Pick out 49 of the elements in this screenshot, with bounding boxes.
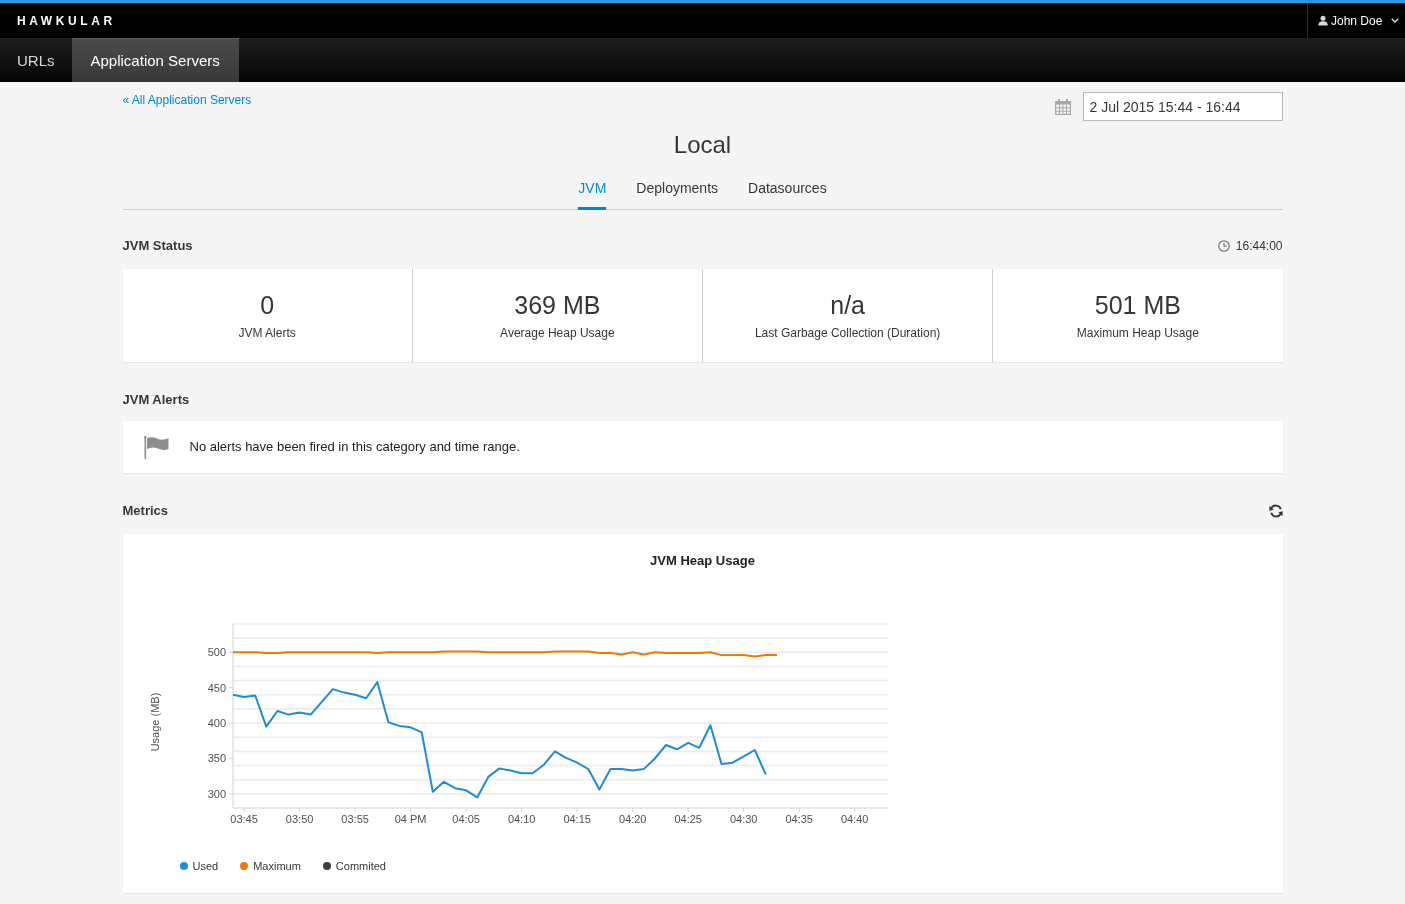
axis-tick-label: 04:25 — [673, 813, 702, 825]
axis-tick-label: 04:40 — [840, 813, 868, 825]
refresh-icon[interactable] — [1268, 504, 1283, 518]
legend-label[interactable]: Used — [192, 857, 219, 875]
status-value: 0 — [260, 290, 275, 320]
clock-icon — [1217, 240, 1230, 252]
back-link[interactable]: « All Application Servers — [122, 92, 252, 108]
axis-tick-label: 04:20 — [618, 813, 646, 825]
date-range-field[interactable]: 2 Jul 2015 15:44 - 16:44 — [1082, 92, 1283, 121]
legend-label[interactable]: Commited — [335, 857, 386, 875]
tab[interactable]: JVM — [578, 172, 607, 210]
status-label: Maximum Heap Usage — [1076, 325, 1199, 341]
status-label: Last Garbage Collection (Duration) — [754, 325, 941, 341]
axis-tick-label: 04:35 — [784, 813, 813, 825]
alert-message: No alerts have been fired in this category and time range. — [189, 439, 520, 455]
status-value: n/a — [830, 290, 865, 320]
section-heading: Metrics — [122, 503, 169, 519]
page-title: Local — [672, 130, 733, 160]
caret-icon — [1391, 18, 1400, 23]
axis-tick-label: 500 — [207, 646, 226, 659]
chart-title: JVM Heap Usage — [649, 553, 756, 569]
axis-tick-label: 450 — [207, 681, 226, 694]
status-value: 501 MB — [1094, 290, 1181, 320]
section-heading: JVM Alerts — [122, 392, 190, 408]
axis-tick-label: 400 — [207, 717, 226, 730]
axis-tick-label: 03:50 — [285, 813, 313, 825]
axis-tick-label: 04:15 — [562, 813, 591, 825]
axis-tick-label: 300 — [207, 787, 226, 800]
status-value: 369 MB — [514, 290, 601, 320]
nav-tab[interactable]: Application Servers — [71, 38, 239, 82]
nav-tab[interactable]: URLs — [0, 38, 72, 82]
section-heading: JVM Status — [122, 238, 193, 254]
legend-label[interactable]: Maximum — [253, 857, 301, 875]
axis-tick-label: 03:45 — [229, 813, 258, 825]
flag-icon — [143, 435, 169, 459]
axis-tick-label: 04:05 — [451, 813, 480, 825]
axis-title: Usage (MB) — [148, 692, 161, 752]
axis-tick-label: 04:30 — [729, 813, 757, 825]
axis-tick-label: 04 PM — [394, 813, 427, 825]
status-label: JVM Alerts — [238, 325, 296, 341]
brand-logo[interactable]: HAWKULAR — [17, 13, 116, 28]
tab[interactable]: Datasources — [748, 172, 827, 210]
user-icon — [1318, 15, 1328, 26]
timestamp: 16:44:00 — [1235, 238, 1283, 254]
status-label: Average Heap Usage — [500, 325, 615, 341]
axis-tick-label: 350 — [207, 752, 226, 765]
axis-tick-label: 03:55 — [340, 813, 369, 825]
tab[interactable]: Deployments — [636, 172, 719, 210]
axis-tick-label: 04:10 — [507, 813, 535, 825]
